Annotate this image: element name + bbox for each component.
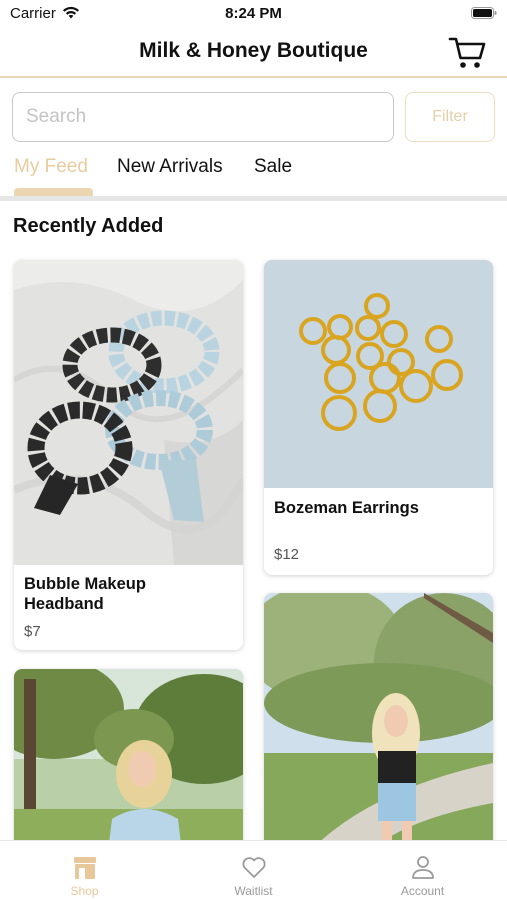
tab-sale[interactable]: Sale xyxy=(254,156,292,178)
cart-button[interactable] xyxy=(447,34,487,72)
active-tab-indicator xyxy=(14,188,93,196)
battery-icon xyxy=(471,7,497,19)
app-title: Milk & Honey Boutique xyxy=(139,39,368,62)
product-image xyxy=(14,260,243,565)
tab-my-feed[interactable]: My Feed xyxy=(14,156,88,178)
heart-icon xyxy=(241,857,266,878)
product-price: $12 xyxy=(274,546,300,563)
app-header: Milk & Honey Boutique xyxy=(0,30,507,78)
tab-bar-account[interactable]: Account xyxy=(338,841,507,900)
tab-bar-label: Account xyxy=(400,884,445,898)
person-icon xyxy=(411,856,434,879)
tab-bar-waitlist[interactable]: Waitlist xyxy=(169,841,338,900)
product-image xyxy=(264,260,493,488)
product-card[interactable]: Bubble Makeup Headband $7 xyxy=(14,260,243,650)
cart-icon xyxy=(448,37,486,68)
tab-bar-label: Waitlist xyxy=(234,884,273,898)
tab-bar-label: Shop xyxy=(70,884,99,898)
search-input[interactable] xyxy=(12,92,394,142)
product-card[interactable] xyxy=(14,669,243,869)
tab-divider xyxy=(0,196,507,201)
filter-button[interactable]: Filter xyxy=(405,92,495,142)
bottom-tab-bar: Shop Waitlist Account xyxy=(0,840,507,900)
section-title: Recently Added xyxy=(13,215,164,237)
product-name: Bozeman Earrings xyxy=(274,499,419,517)
tab-bar-shop[interactable]: Shop xyxy=(0,841,169,900)
tab-new-arrivals[interactable]: New Arrivals xyxy=(117,156,223,178)
store-icon xyxy=(73,857,96,879)
product-image xyxy=(264,593,493,869)
product-card[interactable] xyxy=(264,593,493,869)
status-time: 8:24 PM xyxy=(225,5,282,22)
status-bar: Carrier 8:24 PM xyxy=(0,0,507,30)
product-image xyxy=(14,669,243,869)
product-price: $7 xyxy=(24,623,41,640)
feed-tabs: My Feed New Arrivals Sale xyxy=(0,150,507,200)
product-card[interactable]: Bozeman Earrings $12 xyxy=(264,260,493,575)
product-name: Bubble Makeup Headband xyxy=(24,575,146,613)
